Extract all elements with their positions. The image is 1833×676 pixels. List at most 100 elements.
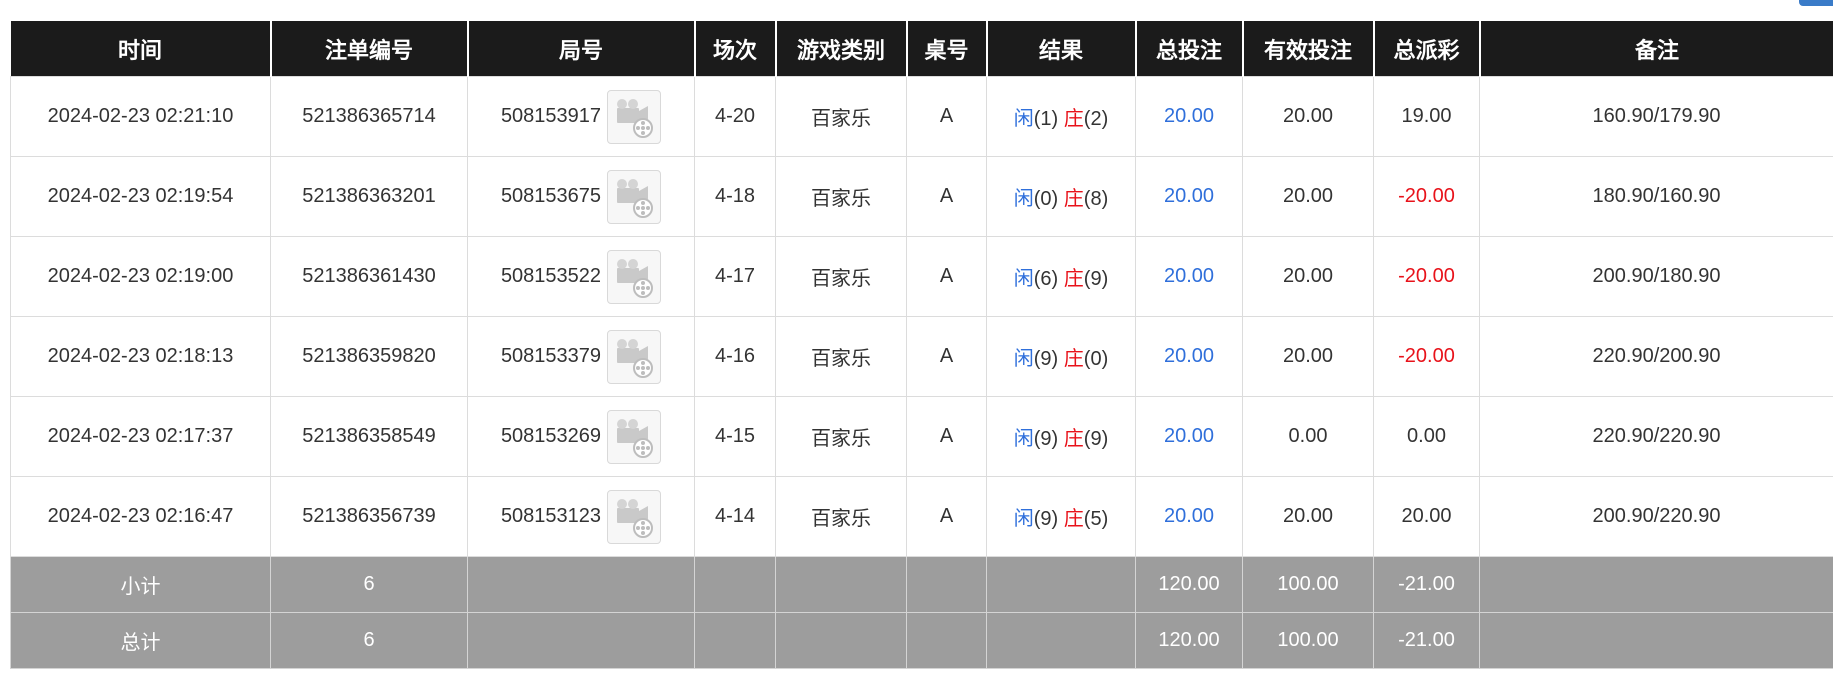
player-label: 闲 <box>1013 426 1034 450</box>
player-score: (9) <box>1033 348 1059 370</box>
cell-time: 2024-02-23 02:19:00 <box>10 236 271 317</box>
cell-total-bet: 20.00 <box>1135 236 1243 317</box>
round-number: 508153123 <box>500 505 602 527</box>
cell-result: 闲(0) 庄(8) <box>986 156 1136 237</box>
cell-round: 508153123 <box>467 476 695 557</box>
subtotal-label: 小计 <box>10 556 271 613</box>
banker-score: (9) <box>1083 268 1109 290</box>
cell-total-bet: 20.00 <box>1135 476 1243 557</box>
total-label: 总计 <box>10 612 271 669</box>
film-reel-icon[interactable] <box>607 409 662 464</box>
cell-time: 2024-02-23 02:18:13 <box>10 316 271 397</box>
cell-valid-bet: 20.00 <box>1242 236 1374 317</box>
cell-total-bet: 20.00 <box>1135 316 1243 397</box>
cell-bet-id: 521386361430 <box>270 236 468 317</box>
cell-session: 4-20 <box>694 76 776 157</box>
banker-label: 庄 <box>1063 106 1084 130</box>
table-row: 2024-02-23 02:18:13 521386359820 508153379… <box>10 316 1833 397</box>
cell-game-type: 百家乐 <box>775 236 907 317</box>
table-row: 2024-02-23 02:17:37 521386358549 508153269… <box>10 396 1833 477</box>
total-total-bet: 120.00 <box>1135 612 1243 669</box>
cell-session: 4-15 <box>694 396 776 477</box>
table-body: 2024-02-23 02:21:10 521386365714 508153917… <box>10 76 1833 669</box>
banker-score: (0) <box>1083 348 1109 370</box>
cell-remark: 220.90/220.90 <box>1479 396 1833 477</box>
total-payout: -21.00 <box>1373 612 1480 669</box>
cell-bet-id: 521386359820 <box>270 316 468 397</box>
table-row: 2024-02-23 02:16:47 521386356739 508153123… <box>10 476 1833 557</box>
film-reel-icon[interactable] <box>607 169 662 224</box>
cell-result: 闲(9) 庄(5) <box>986 476 1136 557</box>
cell-payout: -20.00 <box>1373 316 1480 397</box>
subtotal-total-bet: 120.00 <box>1135 556 1243 613</box>
cell-round: 508153675 <box>467 156 695 237</box>
header-table-no: 桌号 <box>905 21 987 77</box>
cell-remark: 200.90/220.90 <box>1479 476 1833 557</box>
bet-history-table: 时间 注单编号 局号 场次 游戏类别 桌号 结果 总投注 有效投注 总派彩 备注… <box>10 21 1833 669</box>
cell-valid-bet: 20.00 <box>1242 316 1374 397</box>
player-score: (9) <box>1033 508 1059 530</box>
cell-remark: 160.90/179.90 <box>1479 76 1833 157</box>
round-number: 508153917 <box>500 105 602 127</box>
header-round: 局号 <box>466 21 695 77</box>
player-score: (9) <box>1033 428 1059 450</box>
film-reel-icon[interactable] <box>607 89 662 144</box>
cell-session: 4-18 <box>694 156 776 237</box>
cell-payout: 0.00 <box>1373 396 1480 477</box>
cell-result: 闲(6) 庄(9) <box>986 236 1136 317</box>
film-reel-icon[interactable] <box>607 249 662 304</box>
cell-game-type: 百家乐 <box>775 476 907 557</box>
player-score: (6) <box>1033 268 1059 290</box>
header-payout: 总派彩 <box>1372 21 1480 77</box>
cell-total-bet: 20.00 <box>1135 76 1243 157</box>
cell-remark: 220.90/200.90 <box>1479 316 1833 397</box>
cell-session: 4-17 <box>694 236 776 317</box>
cell-result: 闲(9) 庄(0) <box>986 316 1136 397</box>
cell-table-no: A <box>906 236 987 317</box>
total-valid-bet: 100.00 <box>1242 612 1374 669</box>
film-reel-icon[interactable] <box>607 329 662 384</box>
total-row: 总计 6 120.00 100.00 -21.00 <box>10 612 1833 669</box>
cell-bet-id: 521386356739 <box>270 476 468 557</box>
banker-score: (2) <box>1083 108 1109 130</box>
subtotal-row: 小计 6 120.00 100.00 -21.00 <box>10 556 1833 613</box>
cell-total-bet: 20.00 <box>1135 396 1243 477</box>
player-label: 闲 <box>1013 346 1034 370</box>
table-row: 2024-02-23 02:19:54 521386363201 508153675… <box>10 156 1833 237</box>
subtotal-count: 6 <box>270 556 468 613</box>
cell-round: 508153522 <box>467 236 695 317</box>
player-label: 闲 <box>1013 106 1034 130</box>
cell-table-no: A <box>906 476 987 557</box>
film-reel-icon[interactable] <box>607 489 662 544</box>
banker-label: 庄 <box>1063 506 1084 530</box>
round-number: 508153675 <box>500 185 602 207</box>
table-header-row: 时间 注单编号 局号 场次 游戏类别 桌号 结果 总投注 有效投注 总派彩 备注 <box>10 21 1833 77</box>
banker-score: (9) <box>1083 428 1109 450</box>
player-label: 闲 <box>1013 186 1034 210</box>
header-game-type: 游戏类别 <box>774 21 907 77</box>
player-label: 闲 <box>1013 506 1034 530</box>
cell-time: 2024-02-23 02:19:54 <box>10 156 271 237</box>
cell-game-type: 百家乐 <box>775 316 907 397</box>
subtotal-valid-bet: 100.00 <box>1242 556 1374 613</box>
cell-table-no: A <box>906 76 987 157</box>
corner-tab-button[interactable] <box>1799 0 1833 6</box>
cell-remark: 200.90/180.90 <box>1479 236 1833 317</box>
round-number: 508153269 <box>500 425 602 447</box>
cell-valid-bet: 20.00 <box>1242 76 1374 157</box>
round-number: 508153522 <box>500 265 602 287</box>
cell-valid-bet: 20.00 <box>1242 156 1374 237</box>
cell-bet-id: 521386363201 <box>270 156 468 237</box>
total-count: 6 <box>270 612 468 669</box>
cell-valid-bet: 0.00 <box>1242 396 1374 477</box>
banker-label: 庄 <box>1063 186 1084 210</box>
header-total-bet: 总投注 <box>1134 21 1243 77</box>
cell-result: 闲(9) 庄(9) <box>986 396 1136 477</box>
header-remark: 备注 <box>1478 21 1833 77</box>
cell-session: 4-14 <box>694 476 776 557</box>
cell-round: 508153379 <box>467 316 695 397</box>
banker-score: (5) <box>1083 508 1109 530</box>
cell-table-no: A <box>906 156 987 237</box>
subtotal-payout: -21.00 <box>1373 556 1480 613</box>
banker-label: 庄 <box>1063 266 1084 290</box>
